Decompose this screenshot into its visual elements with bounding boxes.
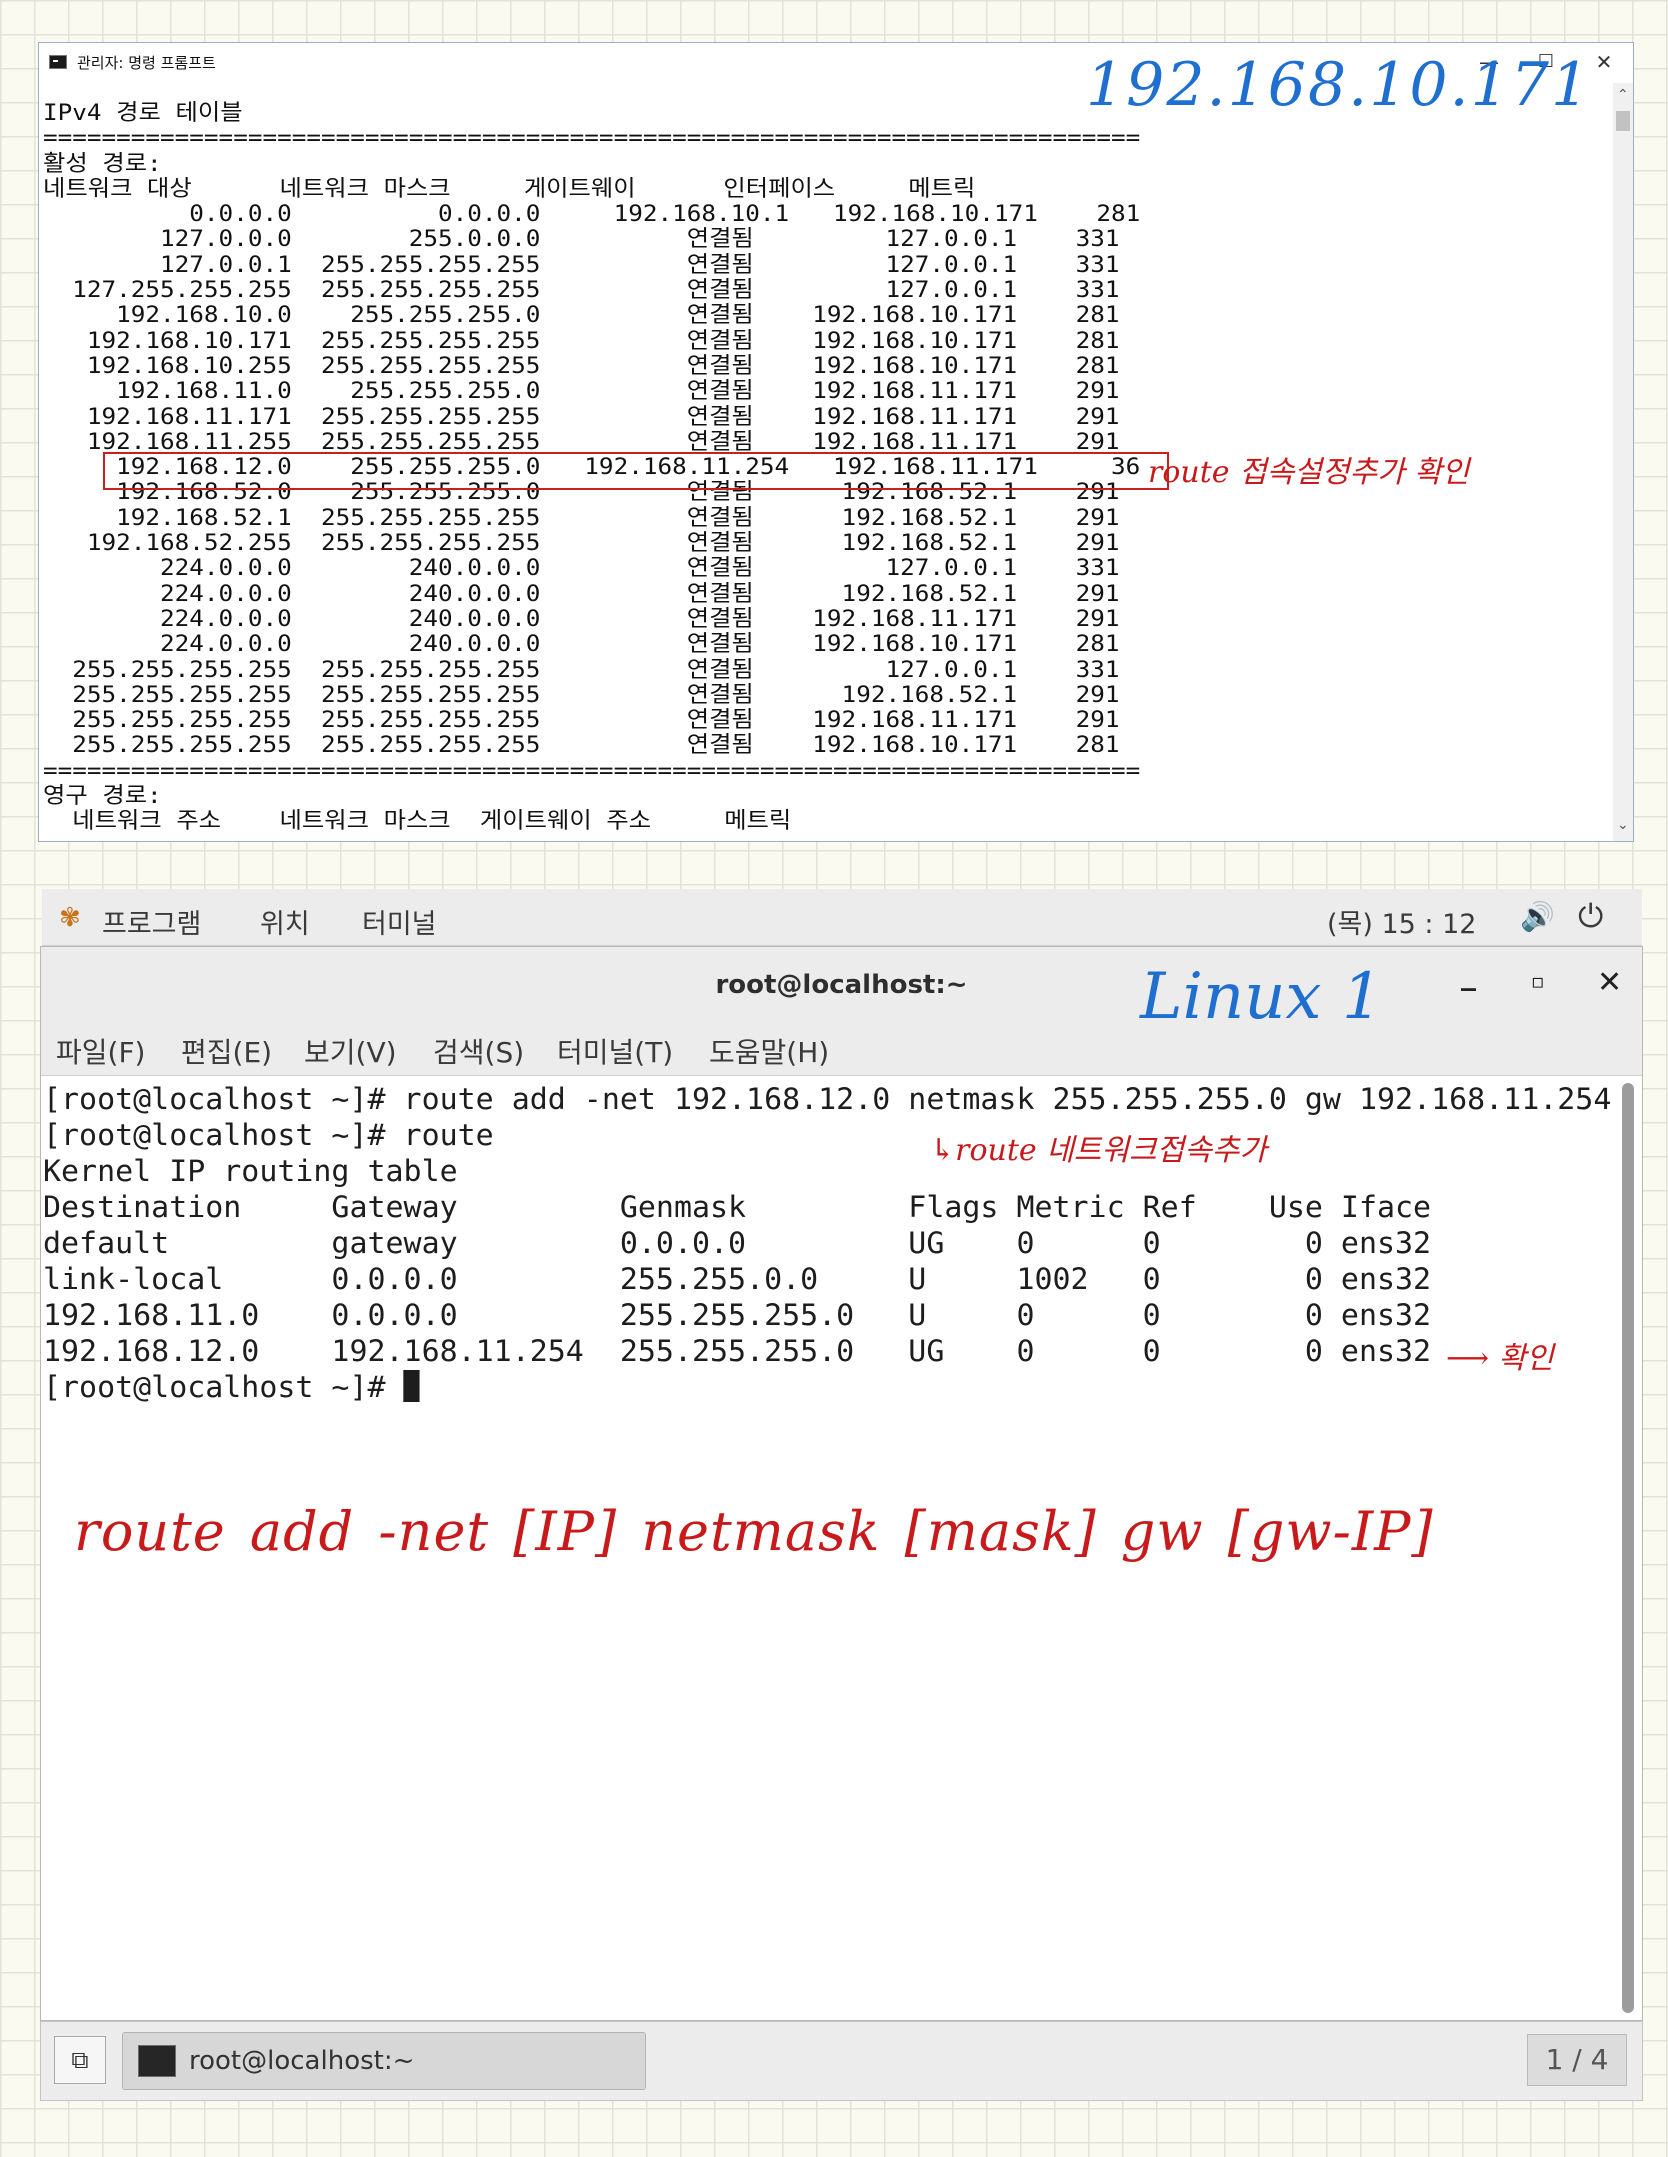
show-desktop-icon[interactable]: ⧉ — [54, 2036, 106, 2084]
menu-search[interactable]: 검색(S) — [433, 1031, 524, 1071]
linux-top-panel: ✾ 프로그램 위치 터미널 (목) 15 : 12 🔊 ⏻ — [42, 889, 1642, 946]
terminal-minimize-button[interactable]: _ — [1461, 957, 1476, 992]
terminal-icon — [138, 2045, 176, 2077]
panel-menu-places[interactable]: 위치 — [260, 902, 310, 941]
scroll-down-icon[interactable]: ⌄ — [1617, 817, 1629, 833]
terminal-history: [root@localhost ~]# route add -net 192.1… — [43, 1082, 1612, 1368]
panel-clock[interactable]: (목) 15 : 12 — [1327, 902, 1476, 941]
taskbar-terminal-button[interactable]: root@localhost:~ — [122, 2032, 646, 2090]
bottom-taskbar: ⧉ root@localhost:~ 1 / 4 — [40, 2021, 1643, 2101]
terminal-window[interactable]: root@localhost:~ _ ▫ ✕ 파일(F) 편집(E) 보기(V)… — [40, 946, 1643, 2021]
menu-file[interactable]: 파일(F) — [56, 1031, 145, 1071]
menu-help[interactable]: 도움말(H) — [709, 1031, 829, 1071]
route-highlight-box — [103, 452, 1169, 490]
menu-terminal[interactable]: 터미널(T) — [557, 1031, 673, 1071]
menu-edit[interactable]: 편집(E) — [181, 1031, 272, 1071]
cmd-app-icon — [49, 55, 67, 69]
scroll-up-icon[interactable]: ⌃ — [1617, 87, 1629, 103]
annotation-linux: Linux 1 — [1140, 960, 1383, 1034]
annotation-route-syntax: route add -net [IP] netmask [mask] gw [g… — [74, 1500, 1434, 1563]
cmd-window-title: 관리자: 명령 프롬프트 — [77, 54, 216, 72]
terminal-window-title: root@localhost:~ — [715, 970, 968, 1000]
workspace-indicator[interactable]: 1 / 4 — [1527, 2034, 1627, 2086]
terminal-prompt: [root@localhost ~]# — [43, 1370, 404, 1404]
terminal-cursor — [403, 1370, 420, 1402]
terminal-close-button[interactable]: ✕ — [1597, 965, 1622, 1000]
applications-icon[interactable]: ✾ — [59, 903, 81, 933]
terminal-titlebar[interactable]: root@localhost:~ _ ▫ ✕ — [41, 947, 1642, 1020]
cmd-window[interactable]: 관리자: 명령 프롬프트 — ☐ ✕ IPv4 경로 테이블 =========… — [38, 42, 1634, 842]
terminal-output[interactable]: [root@localhost ~]# route add -net 192.1… — [43, 1081, 1611, 1405]
terminal-menubar: 파일(F) 편집(E) 보기(V) 검색(S) 터미널(T) 도움말(H) — [41, 1019, 1642, 1076]
annotation-confirm: ⟶ 확인 — [1446, 1341, 1554, 1376]
panel-menu-programs[interactable]: 프로그램 — [102, 902, 201, 941]
annotation-route-command: ↳route 네트워크접속추가 — [930, 1133, 1268, 1168]
annotation-route-added: route 접속설정추가 확인 — [1148, 455, 1470, 490]
cmd-scrollbar[interactable]: ⌃ ⌄ — [1613, 83, 1633, 841]
terminal-maximize-button[interactable]: ▫ — [1531, 969, 1545, 993]
terminal-scrollbar[interactable] — [1622, 1083, 1634, 2013]
volume-icon[interactable]: 🔊 — [1520, 900, 1555, 933]
menu-view[interactable]: 보기(V) — [304, 1031, 397, 1071]
taskbar-terminal-label: root@localhost:~ — [189, 2046, 415, 2076]
panel-menu-terminal[interactable]: 터미널 — [362, 902, 437, 941]
annotation-cmd-ip: 192.168.10.171 — [1086, 50, 1592, 120]
cmd-scroll-thumb[interactable] — [1616, 111, 1630, 131]
power-icon[interactable]: ⏻ — [1578, 897, 1603, 936]
